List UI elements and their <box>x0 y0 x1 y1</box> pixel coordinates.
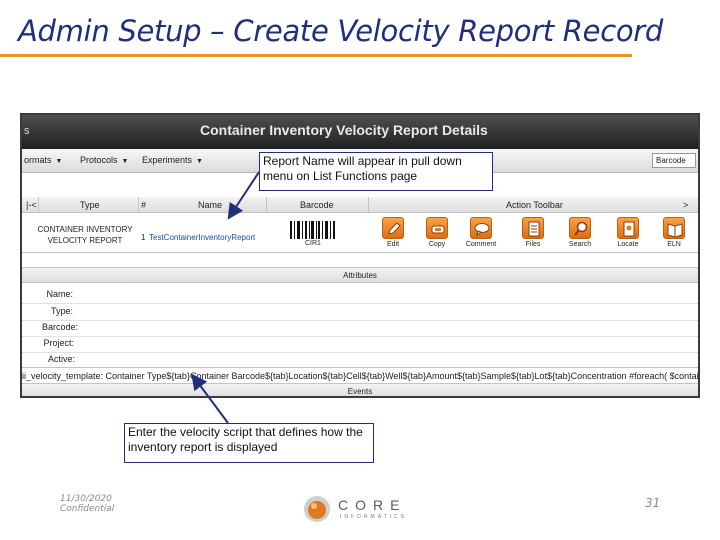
arrow-to-template <box>191 373 229 424</box>
arrow-to-name <box>227 171 260 220</box>
footer-date: 11/30/2020 <box>60 494 112 504</box>
callout-report-name: Report Name will appear in pull down men… <box>259 152 493 191</box>
footer-confidential: Confidential <box>60 504 115 514</box>
page-number: 31 <box>645 496 661 510</box>
logo-subtitle: INFORMATICS <box>340 514 408 520</box>
footer-date-block: 11/30/2020 Confidential <box>60 494 114 514</box>
core-logo: CORE INFORMATICS <box>302 494 422 524</box>
core-logo-icon <box>304 496 330 522</box>
callout-velocity-script: Enter the velocity script that defines h… <box>124 423 374 463</box>
logo-word: CORE <box>338 497 407 513</box>
